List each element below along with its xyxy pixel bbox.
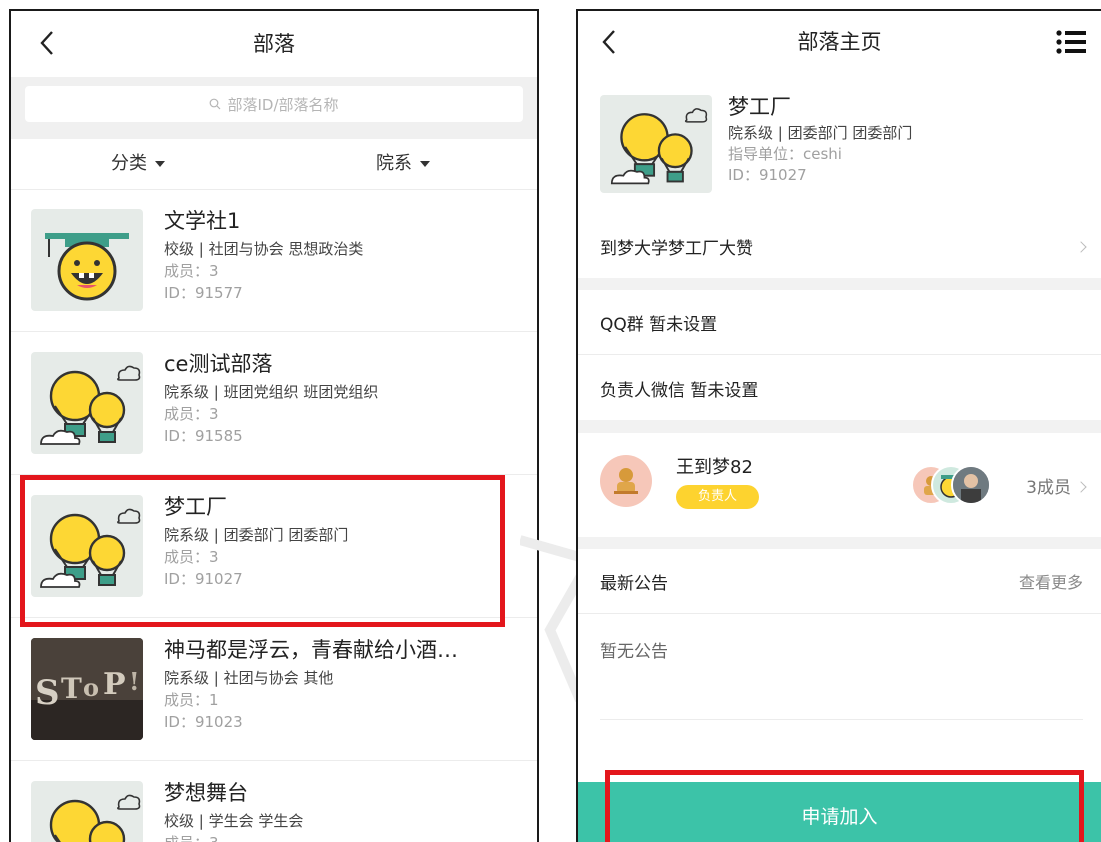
tribe-id: ID：91027 — [164, 570, 243, 588]
tribe-name: 梦工厂 — [164, 495, 227, 519]
caret-down-icon — [155, 161, 165, 167]
stop-sign-photo: S T o P ! — [31, 638, 143, 740]
category-filter-label: 分类 — [111, 153, 147, 174]
empty-notice-text: 暂无公告 — [600, 642, 668, 662]
search-placeholder: 部落ID/部落名称 — [227, 95, 339, 114]
tribe-list-item[interactable]: 梦想舞台 校级 | 学生会 学生会 成员：3 — [11, 761, 537, 842]
tribe-id: ID：91577 — [164, 284, 243, 302]
tribe-name: 文学社1 — [164, 209, 241, 233]
guide-unit: 指导单位：ceshi — [728, 145, 842, 163]
tribe-members: 成员：3 — [164, 548, 219, 566]
join-button[interactable]: 申请加入 — [578, 782, 1101, 842]
divider — [600, 719, 1083, 720]
tribe-members: 成员：3 — [164, 832, 527, 842]
graduation-smiley-icon — [31, 209, 143, 311]
tribe-home-screen: 部落主页 梦工厂 院系级 | 团委部门 团委部门 指导单位：ceshi ID：9… — [576, 9, 1101, 842]
tribe-list-item-selected[interactable]: 梦工厂 院系级 | 团委部门 团委部门 成员：3 ID：91027 — [11, 475, 537, 618]
nav-bar: 部落 — [11, 11, 537, 77]
list-menu-icon — [1056, 30, 1086, 54]
notice-header: 最新公告 查看更多 — [578, 549, 1101, 614]
section-divider — [578, 420, 1101, 433]
leader-wechat-label: 负责人微信 暂未设置 — [600, 380, 759, 401]
svg-text:P: P — [103, 667, 126, 702]
leader-avatar — [600, 455, 652, 507]
page-title: 部落 — [253, 32, 295, 56]
caret-down-icon — [420, 161, 430, 167]
tribe-list-item[interactable]: S T o P ! 神马都是浮云，青春献给小酒… 院系级 | 社团与协会 其他 … — [11, 618, 537, 761]
search-icon — [210, 98, 221, 110]
tribe-category: 校级 | 社团与协会 思想政治类 — [164, 240, 364, 258]
tribe-id: ID：91585 — [164, 427, 243, 445]
tribe-members: 成员：1 — [164, 691, 219, 709]
leader-wechat-row: 负责人微信 暂未设置 — [578, 356, 1101, 420]
svg-text:T: T — [61, 672, 82, 705]
tribe-category: 院系级 | 团委部门 团委部门 — [728, 124, 913, 142]
tribe-category: 院系级 | 团委部门 团委部门 — [164, 526, 349, 544]
likes-row[interactable]: 到梦大学梦工厂大赞 — [578, 215, 1101, 278]
member-count: 3成员 — [1026, 478, 1071, 498]
tribe-name: ce测试部落 — [164, 352, 273, 376]
hot-air-balloon-icon — [31, 781, 143, 842]
notice-body: 暂无公告 — [578, 615, 1101, 719]
tribe-members: 成员：3 — [164, 405, 219, 423]
tribe-name: 神马都是浮云，青春献给小酒… — [164, 638, 458, 662]
svg-text:o: o — [83, 673, 99, 702]
notice-title: 最新公告 — [600, 573, 668, 594]
tribe-members: 成员：3 — [164, 262, 219, 280]
section-divider — [578, 278, 1101, 290]
tribe-list-item[interactable]: 文学社1 校级 | 社团与协会 思想政治类 成员：3 ID：91577 — [11, 189, 537, 332]
leader-badge: 负责人 — [676, 485, 760, 509]
tribe-category: 院系级 | 班团党组织 班团党组织 — [164, 383, 379, 401]
search-input[interactable]: 部落ID/部落名称 — [25, 86, 523, 122]
chevron-right-icon — [1075, 240, 1087, 253]
member-avatars — [911, 465, 991, 505]
join-button-label: 申请加入 — [801, 805, 878, 828]
department-filter-label: 院系 — [376, 153, 412, 174]
qq-group-label: QQ群 暂未设置 — [600, 314, 718, 335]
tribe-list-item[interactable]: ce测试部落 院系级 | 班团党组织 班团党组织 成员：3 ID：91585 — [11, 332, 537, 475]
hot-air-balloon-icon — [31, 495, 143, 597]
members-row[interactable]: 王到梦82 负责人 3成员 — [578, 433, 1101, 537]
svg-text:S: S — [35, 673, 60, 713]
department-filter-dropdown[interactable]: 院系 — [376, 139, 430, 189]
hot-air-balloon-icon — [600, 95, 712, 193]
view-more-link[interactable]: 查看更多 — [1019, 569, 1083, 593]
filter-bar: 分类 院系 — [11, 139, 537, 190]
tribe-id: ID：91027 — [728, 166, 807, 184]
menu-button[interactable] — [1053, 25, 1089, 59]
member-avatar — [951, 465, 991, 505]
section-divider — [578, 537, 1101, 549]
tribe-name: 梦想舞台 — [164, 781, 248, 805]
tribe-profile: 梦工厂 院系级 | 团委部门 团委部门 指导单位：ceshi ID：91027 — [578, 73, 1101, 216]
chevron-right-icon — [1075, 481, 1087, 493]
tribe-category: 院系级 | 社团与协会 其他 — [164, 669, 334, 687]
svg-text:!: ! — [129, 667, 140, 696]
tribe-list: 文学社1 校级 | 社团与协会 思想政治类 成员：3 ID：91577 ce测试… — [11, 189, 537, 842]
tribe-id: ID：91023 — [164, 713, 243, 731]
leader-name: 王到梦82 — [676, 457, 753, 478]
tribe-category: 校级 | 学生会 学生会 — [164, 812, 304, 830]
search-area: 部落ID/部落名称 — [11, 77, 537, 139]
likes-label: 到梦大学梦工厂大赞 — [600, 239, 753, 259]
tribe-name: 梦工厂 — [728, 95, 791, 119]
category-filter-dropdown[interactable]: 分类 — [111, 139, 165, 189]
qq-group-row: QQ群 暂未设置 — [578, 290, 1101, 355]
hot-air-balloon-icon — [31, 352, 143, 454]
nav-bar: 部落主页 — [578, 11, 1101, 74]
tribe-list-screen: 部落 部落ID/部落名称 分类 院系 文学社1 校级 | 社团与协会 思想政治类… — [9, 9, 539, 842]
page-title: 部落主页 — [797, 30, 882, 54]
